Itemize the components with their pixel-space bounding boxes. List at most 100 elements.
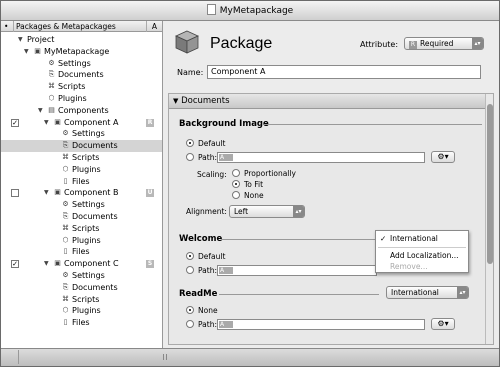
scripts-icon: ⌘	[62, 153, 69, 161]
disclosure-triangle-icon[interactable]: ▼	[18, 34, 26, 46]
sidebar-item[interactable]: ⬡ Plugins	[1, 305, 162, 317]
include-checkbox[interactable]: ✓	[11, 260, 19, 269]
sidebar-item[interactable]: ⌘ Scripts	[1, 152, 162, 164]
readme-heading: ReadMe	[179, 289, 218, 299]
sidebar-item[interactable]: ⌘ Scripts	[1, 223, 162, 235]
add-button[interactable]	[1, 350, 19, 364]
radio-label: Path:	[198, 266, 218, 275]
disclosure-triangle-icon[interactable]: ▼	[24, 46, 32, 58]
sidebar-item[interactable]: ⚙ Settings	[1, 199, 162, 211]
radio-label: To Fit	[244, 180, 264, 189]
gear-icon[interactable]: ⚙▾	[431, 151, 455, 163]
sidebar-item-label: Scripts	[72, 153, 100, 162]
background-path-field[interactable]: A	[217, 152, 425, 163]
sidebar-item-label: Documents	[58, 70, 104, 80]
gear-icon[interactable]: ⚙▾	[431, 318, 455, 330]
package-icon	[175, 30, 199, 54]
sidebar-item[interactable]: ▼ ▤ Components	[1, 105, 162, 117]
sidebar-item[interactable]: ✓ ▼ ▣ Component A R	[1, 117, 162, 129]
disclosure-triangle-icon[interactable]: ▼	[44, 117, 52, 129]
scaling-proportionally-radio[interactable]: Proportionally	[232, 169, 296, 179]
sidebar-item[interactable]: ▯ Files	[1, 176, 162, 188]
sidebar-item[interactable]: ⬡ Plugins	[1, 93, 162, 105]
background-default-radio[interactable]: Default	[186, 139, 225, 149]
sidebar-item[interactable]: ⌘ Scripts	[1, 294, 162, 306]
sidebar-item[interactable]: ▼ ▣ MyMetapackage	[1, 46, 162, 58]
sidebar-item[interactable]: ⚙ Settings	[1, 58, 162, 70]
sidebar-item[interactable]: ✓ ▼ ▣ Component C S	[1, 258, 162, 270]
sidebar-item[interactable]: ▼ Project	[1, 34, 162, 46]
sidebar-item[interactable]: ⎘ Documents	[1, 69, 162, 81]
package-icon: ▣	[54, 259, 61, 268]
attribute-value: Required	[420, 39, 454, 48]
vertical-scrollbar[interactable]	[485, 94, 493, 344]
include-checkbox[interactable]	[11, 189, 19, 198]
background-path-radio[interactable]: Path:	[186, 153, 217, 163]
radio-button	[232, 180, 240, 188]
section-title: Documents	[181, 96, 230, 106]
menu-item-add-localization[interactable]: Add Localization...	[376, 250, 468, 261]
split-grip-icon[interactable]	[163, 354, 167, 360]
files-icon: ▯	[63, 176, 68, 185]
settings-icon: ⚙	[62, 129, 69, 138]
path-type-tag[interactable]: A	[219, 321, 233, 328]
sidebar-item[interactable]: ⚙ Settings	[1, 128, 162, 140]
sidebar-item-label: Settings	[58, 58, 91, 68]
disclosure-triangle-icon[interactable]: ▼	[44, 258, 52, 270]
window-title: MyMetapackage	[219, 6, 294, 16]
main-window: MyMetapackage • Packages & Metapackages …	[0, 0, 500, 367]
welcome-default-radio[interactable]: Default	[186, 252, 225, 262]
alignment-popup[interactable]: Left ▴▾	[229, 205, 305, 218]
sidebar-item-label: Plugins	[72, 306, 101, 316]
menu-item-international[interactable]: ✓ International	[376, 233, 468, 244]
sidebar-item[interactable]: ⬡ Plugins	[1, 164, 162, 176]
chevron-updown-icon: ▴▾	[472, 38, 483, 49]
scaling-none-radio[interactable]: None	[232, 191, 264, 201]
welcome-path-field[interactable]: A	[217, 265, 377, 276]
sidebar-item[interactable]: ▯ Files	[1, 317, 162, 329]
radio-button	[186, 139, 194, 147]
settings-icon: ⚙	[48, 58, 55, 67]
documents-section-bar[interactable]: ▼ Documents	[169, 94, 487, 109]
path-type-tag[interactable]: A	[219, 267, 233, 274]
welcome-path-radio[interactable]: Path:	[186, 266, 217, 276]
radio-label: Path:	[198, 320, 218, 329]
readme-path-field[interactable]: A	[217, 319, 425, 330]
sidebar-item-label: Files	[72, 176, 90, 186]
name-field[interactable]: Component A	[207, 65, 481, 79]
scroll-thumb[interactable]	[487, 104, 493, 264]
readme-localization-popup[interactable]: International ▴▾	[386, 286, 469, 299]
disclosure-triangle-icon[interactable]: ▼	[38, 105, 46, 117]
sidebar-item-label: Files	[72, 318, 90, 328]
scaling-to-fit-radio[interactable]: To Fit	[232, 180, 263, 190]
column-header-attribute[interactable]: A	[146, 21, 162, 32]
sidebar-item-label: Documents	[72, 282, 118, 292]
sidebar-item[interactable]: ▯ Files	[1, 246, 162, 258]
menu-item-remove: Remove...	[390, 262, 428, 271]
checkbox-column-header[interactable]: •	[4, 21, 8, 32]
disclosure-triangle-icon[interactable]: ▼	[44, 187, 52, 199]
document-icon	[206, 4, 216, 15]
title-bar[interactable]: MyMetapackage	[1, 1, 499, 21]
readme-path-radio[interactable]: Path:	[186, 320, 217, 330]
sidebar-item[interactable]: ⌘ Scripts	[1, 81, 162, 93]
alignment-value: Left	[234, 207, 249, 216]
sidebar-item[interactable]: ⬡ Plugins	[1, 235, 162, 247]
radio-label: None	[244, 191, 264, 200]
include-checkbox[interactable]: ✓	[11, 118, 19, 127]
documents-icon: ⎘	[62, 282, 69, 291]
readme-none-radio[interactable]: None	[186, 306, 218, 316]
plugins-icon: ⬡	[62, 306, 69, 315]
sidebar-item[interactable]: ⎘ Documents	[1, 140, 162, 153]
attribute-popup[interactable]: R Required ▴▾	[404, 37, 484, 50]
sidebar-item[interactable]: ⚙ Settings	[1, 270, 162, 282]
path-type-tag[interactable]: A	[219, 154, 233, 161]
column-header-packages[interactable]: Packages & Metapackages	[13, 21, 145, 32]
settings-icon: ⚙	[62, 200, 69, 209]
sidebar-item[interactable]: ▼ ▣ Component B U	[1, 187, 162, 199]
chevron-updown-icon: ▴▾	[457, 287, 468, 298]
sidebar-item[interactable]: ⎘ Documents	[1, 211, 162, 223]
scripts-icon: ⌘	[62, 294, 69, 303]
sidebar-item[interactable]: ⎘ Documents	[1, 282, 162, 294]
radio-button	[186, 266, 194, 274]
